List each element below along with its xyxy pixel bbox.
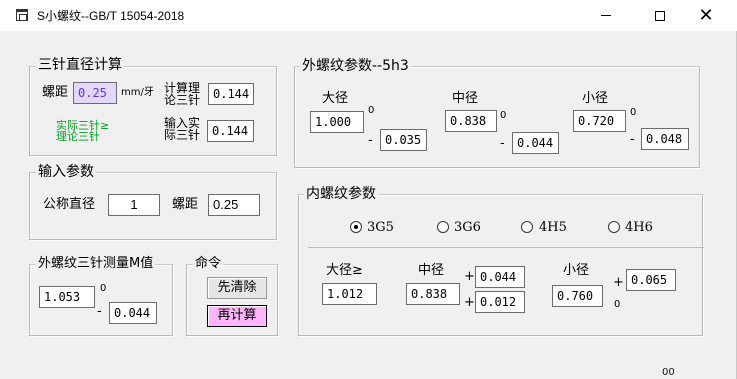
- ext-minor-value: 0.720: [573, 110, 626, 132]
- m-value-minus: -: [97, 304, 102, 319]
- int-major-label: 大径≥: [326, 263, 363, 278]
- app-icon: [16, 9, 28, 21]
- ext-major-label: 大径: [322, 91, 349, 106]
- theoretical-pin-value: 0.144: [208, 83, 254, 105]
- window-title: S小螺纹--GB/T 15054-2018: [37, 9, 185, 23]
- internal-divider: [308, 247, 704, 248]
- int-minor-lower: 0: [614, 299, 621, 310]
- m-value-title: 外螺纹三针测量M值: [36, 256, 156, 272]
- int-pitch-plus-upper: +: [464, 269, 475, 284]
- nominal-diameter-label: 公称直径: [43, 197, 96, 212]
- input-pitch-label: 螺距: [172, 197, 199, 212]
- int-minor-label: 小径: [563, 263, 590, 278]
- int-pitch-plus-lower: +: [464, 295, 475, 310]
- maximize-button[interactable]: [637, 0, 683, 31]
- three-pin-pitch-field[interactable]: 0.25: [73, 82, 117, 104]
- actual-label-line2: 际三针: [164, 128, 201, 142]
- input-pitch-field[interactable]: 0.25: [208, 194, 260, 216]
- ext-pitch-upper: 0: [500, 110, 507, 121]
- close-icon: ✕: [698, 4, 714, 26]
- ext-major-lower: 0.035: [380, 129, 427, 151]
- radio-4h6[interactable]: [608, 221, 620, 233]
- ext-major-value: 1.000: [310, 111, 364, 133]
- ext-pitch-minus: -: [500, 136, 505, 151]
- actual-pin-field[interactable]: 0.144: [207, 120, 254, 142]
- ext-major-minus: -: [368, 133, 373, 148]
- radio-3g5[interactable]: [350, 221, 362, 233]
- ext-pitch-value: 0.838: [445, 110, 497, 132]
- int-minor-plus: +: [613, 275, 624, 290]
- radio-4h5[interactable]: [521, 221, 533, 233]
- radio-3g6-label: 3G6: [454, 220, 481, 235]
- int-pitch-upper: 0.044: [475, 266, 525, 288]
- ext-pitch-lower: 0.044: [512, 132, 559, 154]
- external-thread-title: 外螺纹参数--5h3: [300, 58, 411, 74]
- pitch-unit: mm/牙: [121, 87, 154, 98]
- m-value-field: 1.053: [39, 286, 95, 308]
- three-pin-title: 三针直径计算: [36, 57, 124, 73]
- ext-minor-label: 小径: [582, 91, 609, 106]
- internal-thread-title: 内螺纹参数: [304, 186, 378, 202]
- minimize-button[interactable]: [583, 0, 629, 31]
- main-window: S小螺纹--GB/T 15054-2018 ✕ 三针直径计算 螺距 0.25 m…: [0, 0, 737, 379]
- command-title: 命令: [193, 256, 224, 272]
- recalculate-button[interactable]: 再计算: [207, 305, 267, 327]
- calc-label-line2: 论三针: [164, 93, 201, 107]
- radio-4h5-label: 4H5: [539, 220, 567, 235]
- ext-minor-lower: 0.048: [641, 128, 689, 150]
- input-params-title: 输入参数: [36, 164, 96, 180]
- clear-button[interactable]: 先清除: [207, 277, 267, 299]
- int-major-value: 1.012: [322, 283, 377, 305]
- int-minor-upper: 0.065: [626, 269, 676, 291]
- close-button[interactable]: ✕: [683, 0, 729, 31]
- radio-4h6-label: 4H6: [625, 220, 653, 235]
- int-pitch-label: 中径: [418, 263, 445, 278]
- minimize-icon: [601, 15, 611, 16]
- ext-major-upper: 0: [368, 105, 375, 116]
- radio-3g6[interactable]: [437, 221, 449, 233]
- radio-3g5-label: 3G5: [367, 220, 394, 235]
- nominal-diameter-field[interactable]: 1: [108, 194, 160, 216]
- int-minor-value: 0.760: [552, 285, 603, 307]
- m-value-lower: 0.044: [109, 302, 157, 324]
- pitch-label: 螺距: [42, 85, 69, 100]
- ext-minor-upper: 0: [630, 107, 637, 118]
- m-value-upper: 0: [100, 283, 107, 294]
- ext-pitch-label: 中径: [452, 91, 479, 106]
- int-pitch-value: 0.838: [406, 283, 460, 305]
- ext-minor-minus: -: [630, 132, 635, 147]
- pin-compare-line2: 理论三针: [56, 130, 100, 143]
- maximize-icon: [655, 10, 665, 21]
- title-bar: S小螺纹--GB/T 15054-2018 ✕: [0, 0, 737, 31]
- taskbar-fragment: 00: [662, 367, 675, 378]
- int-pitch-lower: 0.012: [475, 291, 525, 313]
